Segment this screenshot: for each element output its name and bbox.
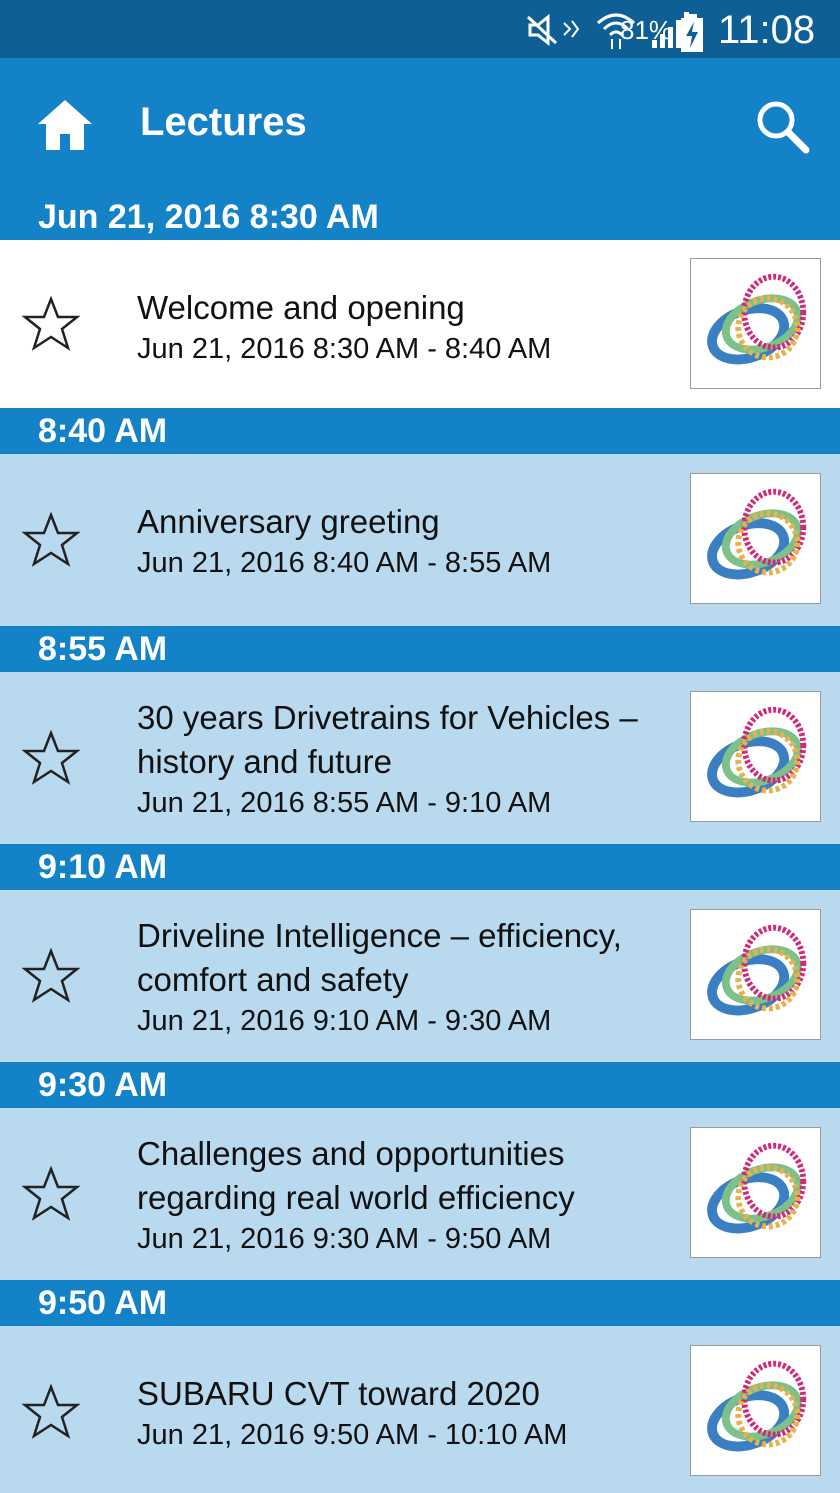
lecture-title: Anniversary greeting xyxy=(137,503,440,540)
star-outline-icon[interactable] xyxy=(22,1166,80,1222)
lecture-title: Challenges and opportunities regarding r… xyxy=(137,1135,575,1216)
lecture-row[interactable]: 30 years Drivetrains for Vehicles – hist… xyxy=(0,672,840,844)
status-bar: 81% 11:08 xyxy=(0,0,840,58)
lecture-text: Anniversary greeting Jun 21, 2016 8:40 A… xyxy=(137,500,680,582)
event-logo-image xyxy=(707,1142,807,1234)
search-icon[interactable] xyxy=(752,96,812,156)
battery-percent: 81% xyxy=(620,15,673,45)
clock: 11:08 xyxy=(718,8,816,52)
lecture-thumbnail[interactable] xyxy=(690,258,821,389)
lecture-thumbnail[interactable] xyxy=(690,473,821,604)
lecture-title: 30 years Drivetrains for Vehicles – hist… xyxy=(137,699,638,780)
section-header: 9:50 AM xyxy=(0,1280,840,1326)
section-header: 9:10 AM xyxy=(0,844,840,890)
lecture-thumbnail[interactable] xyxy=(690,909,821,1040)
lecture-title: Driveline Intelligence – efficiency, com… xyxy=(137,917,622,998)
lecture-time: Jun 21, 2016 8:55 AM - 9:10 AM xyxy=(137,787,552,819)
event-logo-image xyxy=(707,273,807,365)
lecture-title: SUBARU CVT toward 2020 xyxy=(137,1375,540,1412)
section-header: 8:40 AM xyxy=(0,408,840,454)
lecture-row[interactable]: SUBARU CVT toward 2020 Jun 21, 2016 9:50… xyxy=(0,1326,840,1493)
lecture-time: Jun 21, 2016 8:40 AM - 8:55 AM xyxy=(137,547,552,579)
lecture-title: Welcome and opening xyxy=(137,289,465,326)
section-header: 9:30 AM xyxy=(0,1062,840,1108)
lecture-row[interactable]: Driveline Intelligence – efficiency, com… xyxy=(0,890,840,1062)
lecture-text: Welcome and opening Jun 21, 2016 8:30 AM… xyxy=(137,286,680,368)
event-logo-image xyxy=(707,924,807,1016)
lecture-list: Jun 21, 2016 8:30 AM Welcome and opening… xyxy=(0,194,840,1493)
lecture-time: Jun 21, 2016 9:30 AM - 9:50 AM xyxy=(137,1223,552,1255)
lecture-row[interactable]: Welcome and opening Jun 21, 2016 8:30 AM… xyxy=(0,240,840,408)
app-bar: Lectures xyxy=(0,58,840,194)
event-logo-image xyxy=(707,1360,807,1452)
battery-charging-icon xyxy=(681,14,703,52)
lecture-thumbnail[interactable] xyxy=(690,691,821,822)
lecture-text: SUBARU CVT toward 2020 Jun 21, 2016 9:50… xyxy=(137,1372,680,1454)
event-logo-image xyxy=(707,488,807,580)
lecture-thumbnail[interactable] xyxy=(690,1345,821,1476)
mute-icon xyxy=(526,13,580,47)
lecture-text: Challenges and opportunities regarding r… xyxy=(137,1132,680,1258)
star-outline-icon[interactable] xyxy=(22,296,80,352)
star-outline-icon[interactable] xyxy=(22,1384,80,1440)
lecture-text: 30 years Drivetrains for Vehicles – hist… xyxy=(137,696,680,822)
lecture-thumbnail[interactable] xyxy=(690,1127,821,1258)
lecture-row[interactable]: Challenges and opportunities regarding r… xyxy=(0,1108,840,1280)
star-outline-icon[interactable] xyxy=(22,948,80,1004)
lecture-text: Driveline Intelligence – efficiency, com… xyxy=(137,914,680,1040)
star-outline-icon[interactable] xyxy=(22,512,80,568)
page-title: Lectures xyxy=(140,100,307,144)
home-icon[interactable] xyxy=(36,96,94,152)
section-header: 8:55 AM xyxy=(0,626,840,672)
lecture-time: Jun 21, 2016 9:50 AM - 10:10 AM xyxy=(137,1419,568,1451)
lecture-row[interactable]: Anniversary greeting Jun 21, 2016 8:40 A… xyxy=(0,454,840,626)
event-logo-image xyxy=(707,706,807,798)
star-outline-icon[interactable] xyxy=(22,730,80,786)
section-header: Jun 21, 2016 8:30 AM xyxy=(0,194,840,240)
lecture-time: Jun 21, 2016 9:10 AM - 9:30 AM xyxy=(137,1005,552,1037)
lecture-time: Jun 21, 2016 8:30 AM - 8:40 AM xyxy=(137,333,552,365)
